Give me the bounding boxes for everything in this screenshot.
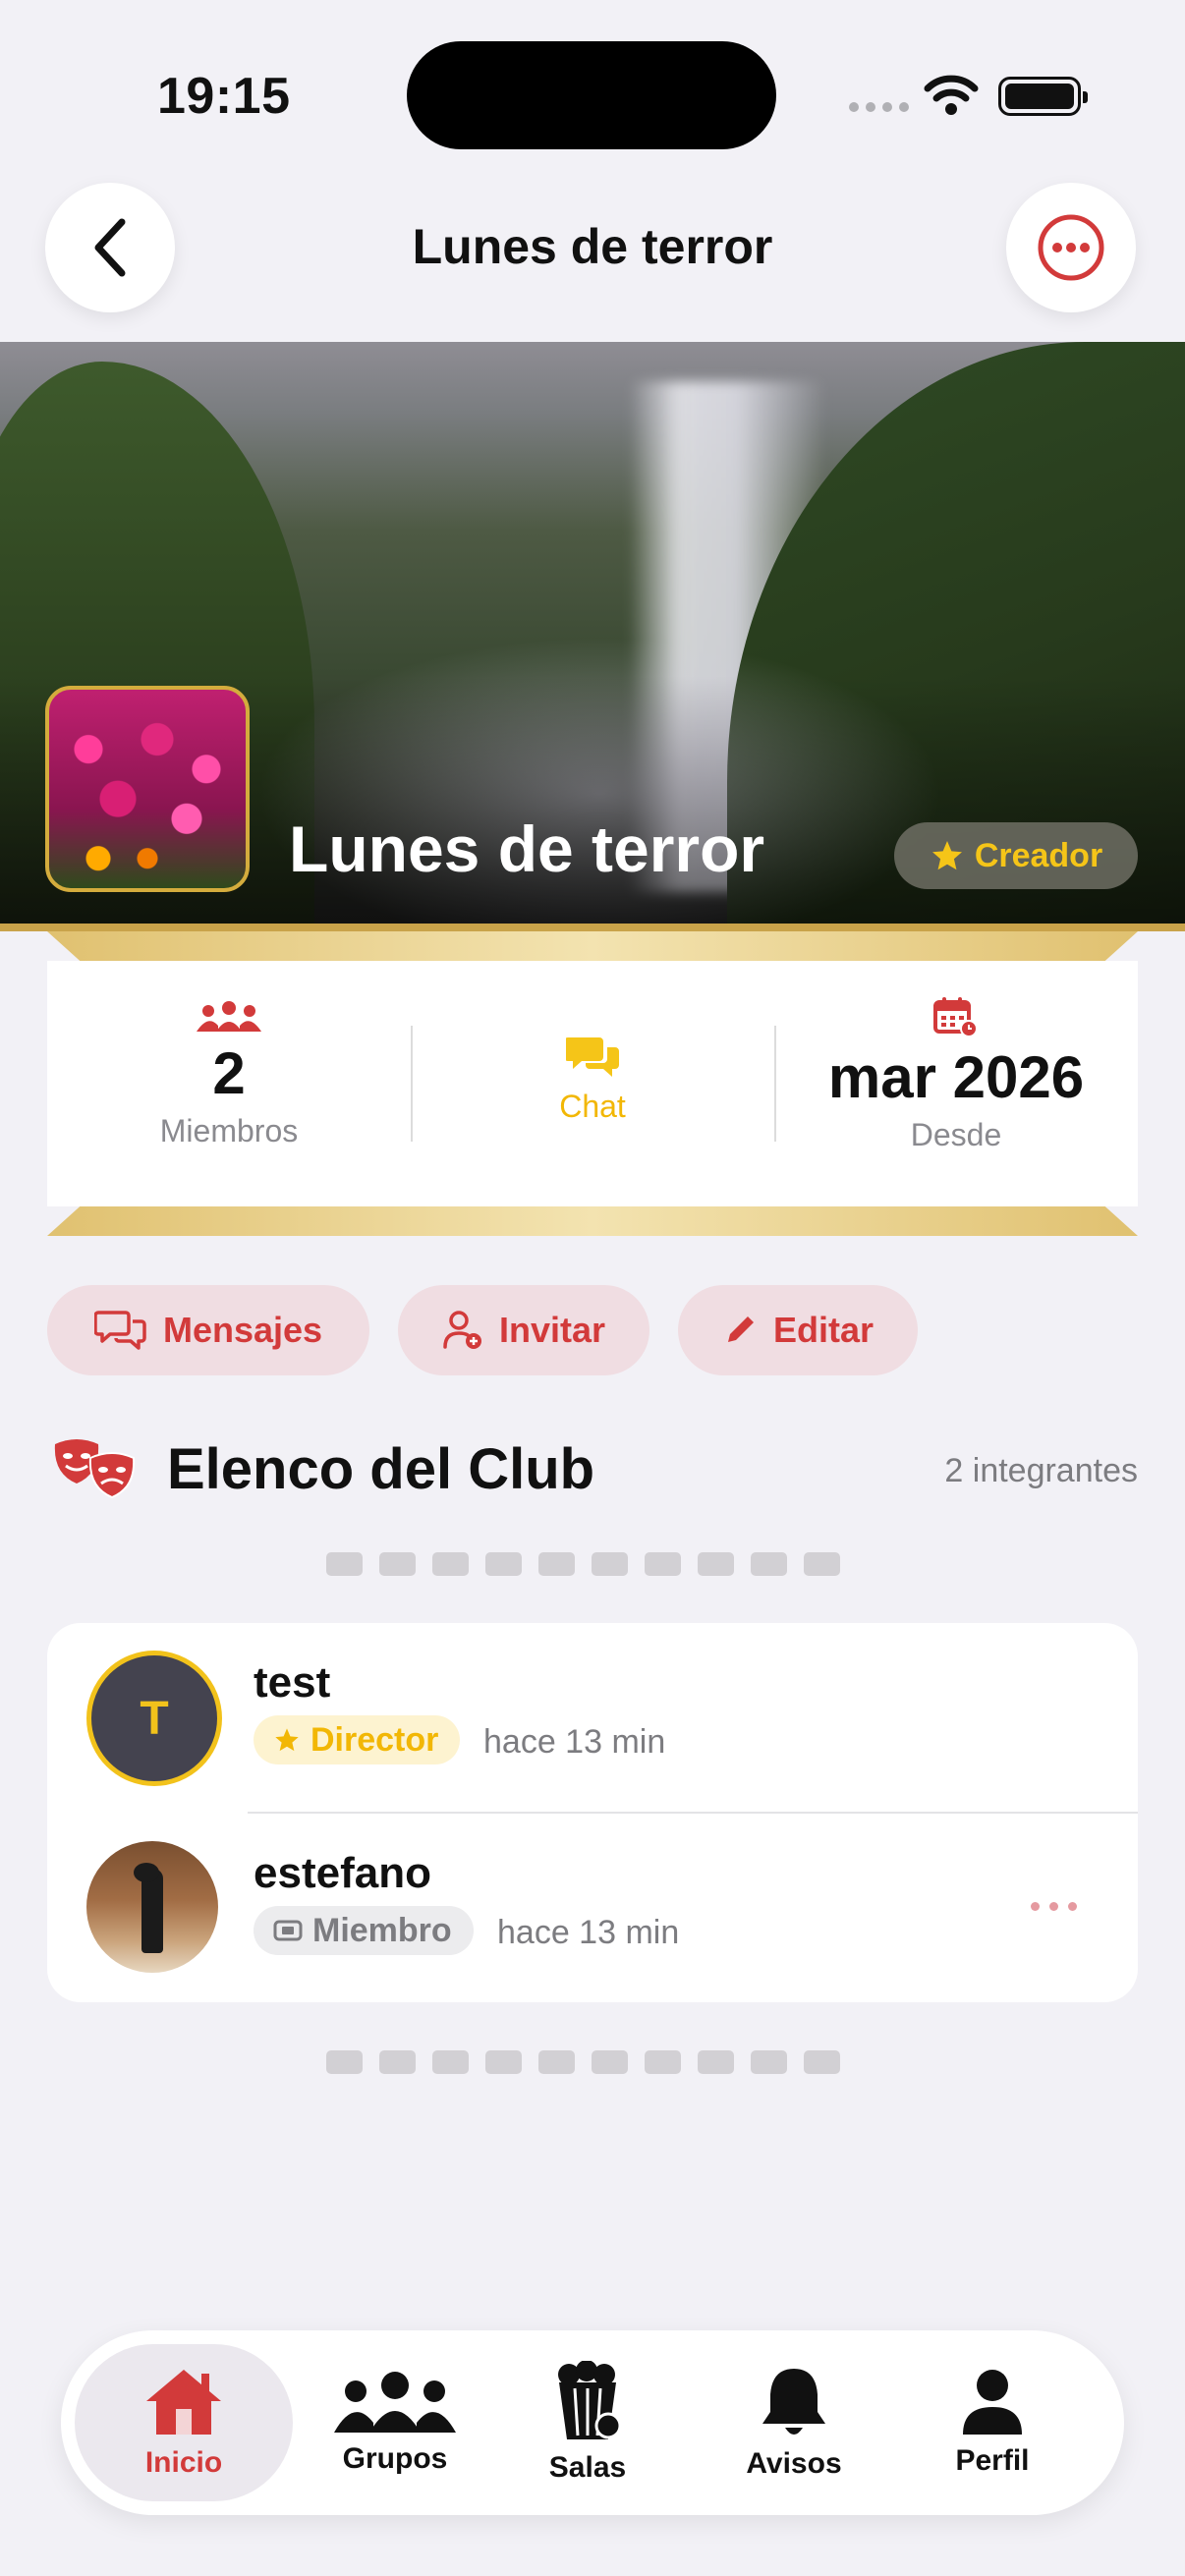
member-options-button[interactable] [1031, 1902, 1077, 1911]
avatar [86, 1841, 218, 1973]
ellipsis-circle-icon [1038, 214, 1104, 281]
members-label: Miembros [159, 1113, 299, 1148]
cast-section-title: Elenco del Club [167, 1437, 595, 1501]
theater-masks-icon [54, 1439, 136, 1499]
edit-label: Editar [772, 1310, 875, 1350]
invite-button[interactable]: Invitar [398, 1285, 649, 1375]
creator-badge: Creador [894, 822, 1138, 889]
member-list: T test Director hace 13 min estefano Mie… [47, 1623, 1138, 2002]
ticket-icon [273, 1920, 303, 1941]
people-icon [197, 1001, 261, 1032]
person-icon [963, 2370, 1022, 2435]
cover-divider [0, 924, 1185, 931]
film-strip-divider [326, 2050, 840, 2074]
bell-icon [762, 2369, 825, 2435]
since-label: Desde [910, 1117, 1002, 1152]
star-icon [931, 841, 962, 870]
chat-bubbles-icon [93, 1311, 146, 1350]
tab-label: Perfil [955, 2444, 1030, 2477]
list-item[interactable]: estefano Miembro hace 13 min [47, 1814, 1138, 2003]
edit-button[interactable]: Editar [678, 1285, 918, 1375]
list-item[interactable]: T test Director hace 13 min [47, 1623, 1138, 1813]
invite-label: Invitar [498, 1310, 606, 1350]
pencil-icon [727, 1316, 754, 1342]
member-joined-time: hace 13 min [497, 1914, 680, 1951]
house-icon [146, 2370, 221, 2435]
member-name: test [254, 1658, 331, 1707]
people-icon [334, 2372, 456, 2433]
popcorn-icon [558, 2361, 622, 2439]
calendar-icon [933, 997, 978, 1037]
messages-label: Mensajes [162, 1310, 323, 1350]
role-badge-director: Director [254, 1715, 461, 1764]
member-name: estefano [254, 1849, 431, 1897]
chat-label: Chat [559, 1089, 626, 1124]
tab-bar: Inicio Grupos Salas Avisos Perfil [61, 2330, 1124, 2515]
status-bar: 19:15 [0, 0, 1185, 187]
group-stats: 2 Miembros Chat mar 2026 Desde [47, 931, 1138, 1236]
cast-count: 2 integrantes [944, 1452, 1138, 1489]
members-count: 2 [212, 1040, 246, 1106]
group-name: Lunes de terror [289, 812, 765, 885]
tab-grupos[interactable]: Grupos [324, 2344, 466, 2501]
chat-bubbles-icon [566, 1037, 619, 1077]
role-label: Miembro [312, 1911, 452, 1949]
tab-label: Inicio [144, 2446, 223, 2479]
battery-icon [998, 77, 1088, 116]
more-options-button[interactable] [1006, 183, 1136, 312]
tab-salas[interactable]: Salas [529, 2344, 647, 2501]
avatar: T [86, 1651, 222, 1786]
film-strip-divider [326, 1552, 840, 1576]
member-joined-time: hace 13 min [483, 1723, 666, 1761]
since-date: mar 2026 [827, 1044, 1085, 1110]
chat-stat[interactable]: Chat [411, 961, 774, 1206]
cellular-signal-icon [849, 102, 909, 112]
tab-label: Avisos [746, 2447, 842, 2480]
dynamic-island [407, 41, 776, 149]
tab-avisos[interactable]: Avisos [735, 2344, 853, 2501]
since-stat: mar 2026 Desde [774, 961, 1138, 1206]
wifi-icon [924, 75, 979, 115]
role-label: Director [310, 1720, 439, 1759]
tab-label: Grupos [342, 2442, 448, 2475]
role-badge-member: Miembro [254, 1906, 474, 1955]
tab-inicio[interactable]: Inicio [75, 2344, 293, 2501]
tab-label: Salas [548, 2451, 627, 2484]
creator-badge-label: Creador [974, 836, 1103, 874]
person-add-icon [443, 1311, 481, 1349]
status-time: 19:15 [157, 68, 291, 125]
star-icon [275, 1728, 299, 1752]
group-avatar[interactable] [45, 686, 250, 892]
members-stat[interactable]: 2 Miembros [47, 961, 411, 1206]
messages-button[interactable]: Mensajes [47, 1285, 369, 1375]
tab-perfil[interactable]: Perfil [933, 2344, 1051, 2501]
